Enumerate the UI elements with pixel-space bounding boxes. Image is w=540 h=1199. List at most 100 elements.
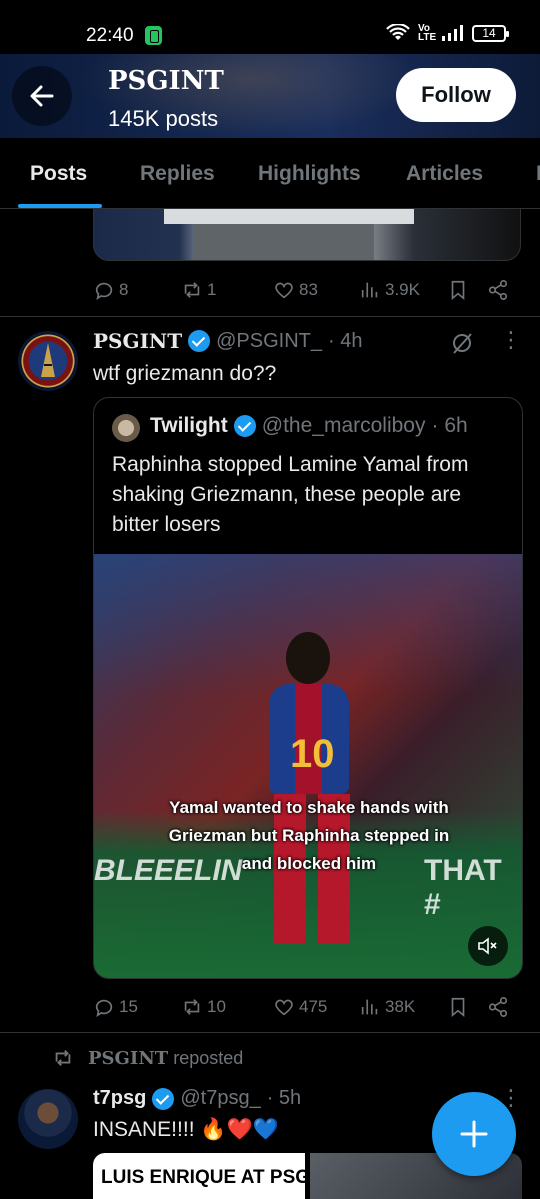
tab-highlights[interactable]: Highlights: [258, 162, 361, 186]
post-text: INSANE!!!! 🔥❤️💙: [93, 1118, 279, 1141]
author-handle[interactable]: @t7psg_: [180, 1087, 260, 1110]
reply-button[interactable]: 15: [93, 996, 138, 1018]
plus-icon: [460, 1120, 488, 1148]
media-detail: [164, 209, 414, 224]
profile-tabs: Posts Replies Highlights Articles M: [0, 138, 540, 209]
status-time: 22:40: [86, 25, 134, 46]
bookmark-icon: [451, 280, 465, 301]
volume-muted-icon: [478, 937, 497, 955]
post-header: t7psg @t7psg_ · 5h: [93, 1087, 301, 1110]
bookmark-button[interactable]: [447, 279, 469, 301]
profile-name: PSGINT: [108, 66, 224, 96]
reply-button[interactable]: 8: [93, 279, 128, 301]
profile-header: PSGINT 145K posts Follow: [0, 54, 540, 138]
repost-label: reposted: [173, 1047, 244, 1068]
heart-icon: [275, 999, 293, 1016]
share-icon: [488, 997, 508, 1017]
reply-count: 15: [119, 997, 138, 1016]
repost-button[interactable]: 1: [181, 279, 216, 301]
feed[interactable]: 8 1 83 3.9K PSGINT @PSGINT_ · 4h ⋮ wtf g…: [0, 209, 540, 1199]
verified-badge-icon: [152, 1087, 175, 1110]
tab-indicator: [18, 204, 102, 208]
battery-indicator: 14: [472, 24, 509, 42]
quote-text: Raphinha stopped Lamine Yamal from shaki…: [112, 453, 469, 536]
like-button[interactable]: 475: [273, 996, 327, 1018]
repost-button[interactable]: 10: [181, 996, 226, 1018]
psg-logo-icon: [41, 343, 55, 377]
reply-icon: [95, 999, 113, 1017]
verified-badge-icon: [188, 330, 211, 352]
like-button[interactable]: 83: [273, 279, 318, 301]
heart-icon: [275, 282, 293, 299]
bookmark-button[interactable]: [447, 996, 469, 1018]
author-name[interactable]: PSGINT: [93, 329, 182, 353]
views-icon: [361, 282, 378, 298]
views-button[interactable]: 3.9K: [359, 279, 420, 301]
bookmark-icon: [451, 997, 465, 1018]
back-button[interactable]: [12, 66, 72, 126]
verified-badge-icon: [233, 415, 256, 437]
repost-indicator: PSGINT reposted: [52, 1047, 243, 1069]
views-button[interactable]: 38K: [359, 996, 415, 1018]
post-time: · 4h: [327, 329, 363, 352]
reply-icon: [95, 282, 113, 300]
grok-icon[interactable]: [450, 331, 474, 355]
system-icons: Vo LTE 14: [386, 23, 509, 43]
reply-count: 8: [119, 280, 129, 299]
post-image[interactable]: LUIS ENRIQUE AT PSG: [93, 1153, 305, 1199]
views-count: 38K: [385, 997, 416, 1016]
image-text: LUIS ENRIQUE AT PSG: [101, 1167, 305, 1188]
signal-icon: [442, 25, 463, 41]
previous-post-actions: 8 1 83 3.9K: [93, 275, 523, 305]
tab-posts[interactable]: Posts: [30, 162, 87, 186]
previous-post-media[interactable]: [93, 209, 521, 261]
network-type: Vo LTE: [418, 23, 437, 43]
player-figure: [286, 632, 330, 684]
mute-button[interactable]: [468, 926, 508, 966]
compose-button[interactable]: [432, 1092, 516, 1176]
status-bar: 22:40 Vo LTE 14: [0, 0, 540, 54]
media-detail: [194, 224, 374, 260]
more-options-icon[interactable]: ⋮: [500, 327, 522, 353]
repost-icon: [55, 1050, 71, 1066]
author-name[interactable]: t7psg: [93, 1087, 146, 1110]
quote-author-name: Twilight: [150, 414, 228, 437]
reposter-name[interactable]: PSGINT: [88, 1048, 168, 1069]
like-count: 83: [299, 280, 318, 299]
repost-icon: [184, 282, 200, 298]
quoted-post[interactable]: Twilight @the_marcoliboy · 6h Raphinha s…: [93, 397, 523, 979]
post-text: wtf griezmann do??: [93, 362, 277, 385]
post-time: · 5h: [266, 1087, 302, 1109]
post-header: PSGINT @PSGINT_ · 4h: [93, 329, 362, 353]
views-count: 3.9K: [385, 280, 420, 299]
repost-icon: [184, 999, 200, 1015]
share-button[interactable]: [487, 996, 509, 1018]
quote-header: Twilight @the_marcoliboy · 6h: [150, 414, 468, 438]
avatar[interactable]: [18, 331, 78, 391]
tab-media[interactable]: M: [536, 162, 540, 186]
tab-articles[interactable]: Articles: [406, 162, 483, 186]
author-handle[interactable]: @PSGINT_: [216, 330, 322, 353]
avatar[interactable]: [18, 1089, 78, 1149]
views-icon: [361, 999, 378, 1015]
repost-count: 10: [207, 997, 226, 1016]
arrow-left-icon: [30, 85, 54, 107]
post-divider: [0, 316, 540, 317]
share-icon: [488, 280, 508, 300]
post-actions: 15 10 475 38K: [93, 992, 523, 1022]
wifi-icon: [386, 24, 410, 40]
like-count: 475: [299, 997, 328, 1016]
posts-count: 145K posts: [108, 106, 219, 131]
quote-avatar: [112, 414, 140, 442]
tab-replies[interactable]: Replies: [140, 162, 215, 186]
notification-icon: [145, 26, 162, 45]
quote-video[interactable]: 10 BLEEELIN THAT # Yamal wanted to shake…: [94, 554, 522, 978]
repost-count: 1: [207, 280, 217, 299]
quote-time: · 6h: [431, 414, 468, 437]
share-button[interactable]: [487, 279, 509, 301]
video-caption: Yamal wanted to shake hands with Griezma…: [168, 798, 450, 873]
follow-button[interactable]: Follow: [396, 68, 516, 122]
quote-author-handle: @the_marcoliboy: [261, 414, 426, 437]
post-divider: [0, 1032, 540, 1033]
player-number: 10: [290, 732, 335, 776]
